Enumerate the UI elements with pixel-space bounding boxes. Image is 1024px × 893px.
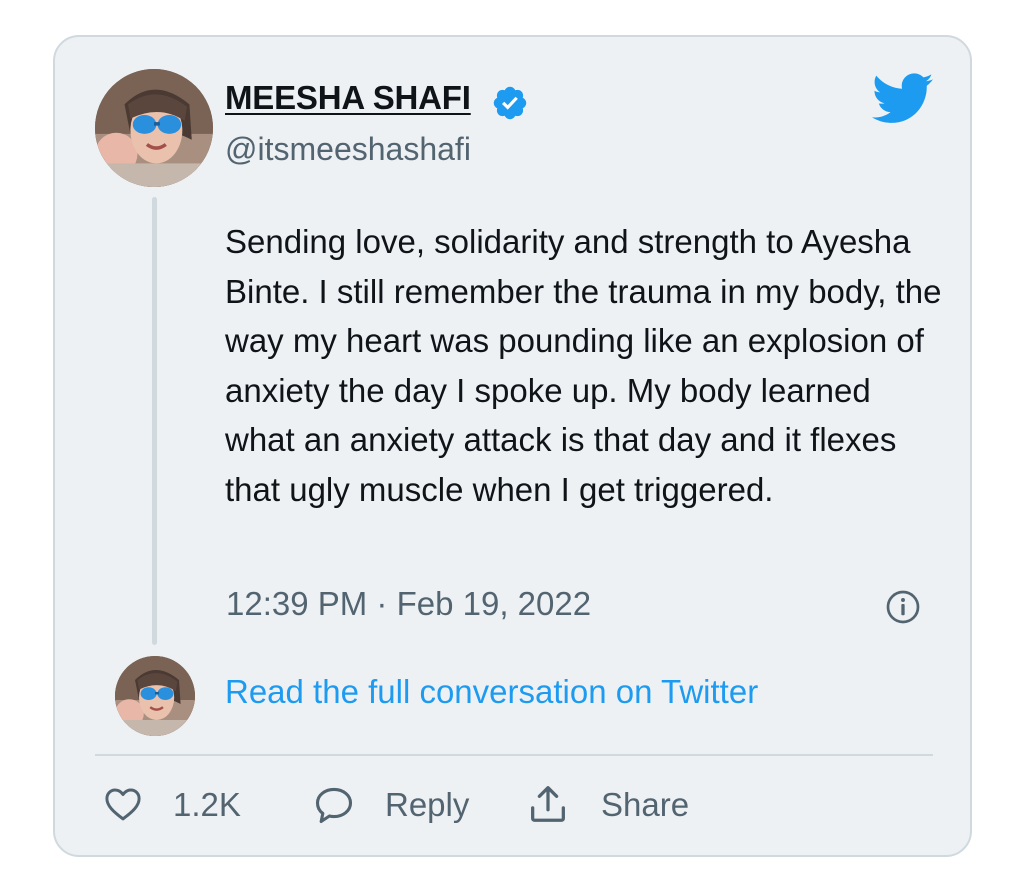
speech-bubble-icon: [315, 787, 353, 824]
share-label: Share: [601, 786, 690, 823]
author-avatar[interactable]: [95, 69, 213, 187]
author-avatar-image: [95, 69, 213, 187]
read-full-conversation-link[interactable]: Read the full conversation on Twitter: [225, 673, 758, 711]
tweet-actions-bar: 1.2K Reply Share: [55, 777, 970, 837]
reader-avatar[interactable]: [115, 656, 195, 736]
thread-connector-line: [152, 197, 157, 645]
share-button[interactable]: Share: [525, 777, 715, 833]
like-count: 1.2K: [173, 786, 241, 823]
tweet-embed-card: MEESHA SHAFI @itsmeeshashafi Sending lov…: [53, 35, 972, 857]
actions-divider: [95, 754, 933, 756]
tweet-text: Sending love, solidarity and strength to…: [225, 223, 942, 508]
reply-button[interactable]: Reply: [311, 777, 491, 833]
reply-label: Reply: [385, 786, 470, 823]
author-handle[interactable]: @itsmeeshashafi: [225, 131, 471, 168]
tweet-timestamp[interactable]: 12:39 PM · Feb 19, 2022: [226, 585, 591, 623]
twitter-bird-icon[interactable]: [872, 73, 934, 125]
info-icon[interactable]: [885, 589, 921, 625]
author-name[interactable]: MEESHA SHAFI: [225, 79, 471, 117]
reader-avatar-image: [115, 656, 195, 736]
heart-icon: [105, 788, 141, 821]
share-arrow-icon: [531, 786, 565, 822]
verified-badge-icon: [493, 86, 527, 120]
like-button[interactable]: 1.2K: [101, 777, 261, 833]
